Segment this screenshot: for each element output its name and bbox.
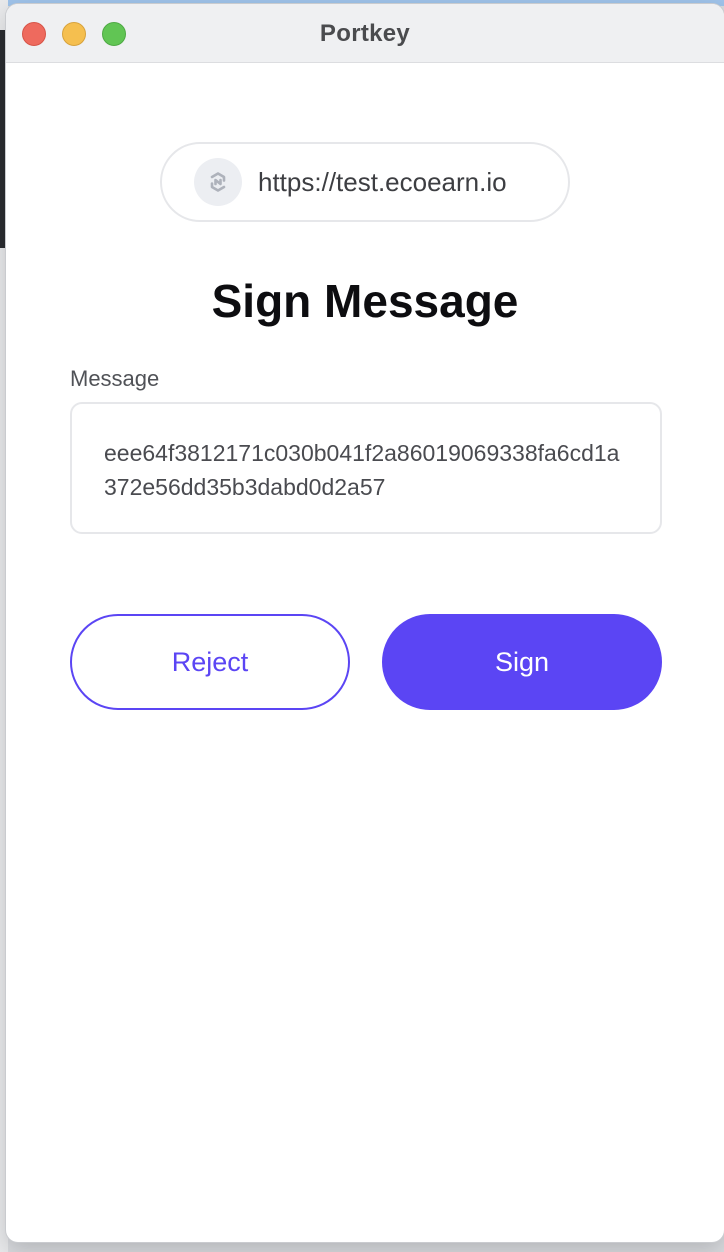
site-logo-icon (194, 158, 242, 206)
origin-url: https://test.ecoearn.io (258, 166, 507, 197)
message-label: Message (70, 366, 160, 391)
sign-button[interactable]: Sign (382, 614, 662, 710)
page-title: Sign Message (211, 275, 519, 327)
reject-button[interactable]: Reject (70, 614, 350, 710)
origin-pill: https://test.ecoearn.io (160, 142, 570, 222)
portkey-window: Portkey https://test.ecoearn.io Sign Mes… (6, 4, 724, 1242)
window-title: Portkey (319, 20, 411, 47)
title-bar[interactable]: Portkey (6, 4, 724, 63)
message-content: eee64f3812171c030b041f2a86019069338fa6cd… (70, 402, 662, 534)
